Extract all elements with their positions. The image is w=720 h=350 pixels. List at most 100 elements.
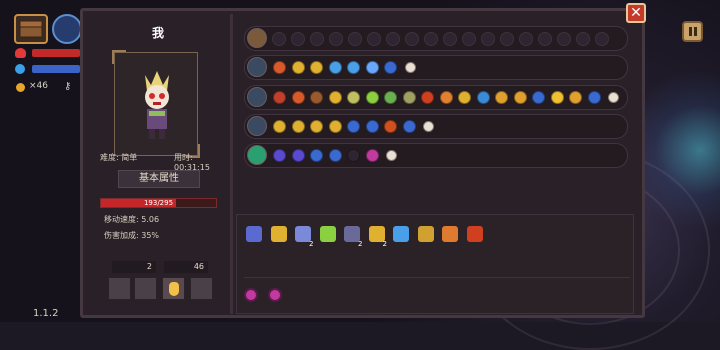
empty-slot <box>405 32 419 46</box>
buff-icon[interactable] <box>365 91 379 104</box>
item-count: 2 <box>309 240 314 248</box>
item-count: 2 <box>358 240 363 248</box>
buff-icon[interactable] <box>347 149 360 162</box>
weapon-orb-icon[interactable] <box>52 14 82 44</box>
buff-icon[interactable] <box>587 91 601 104</box>
time-label: 用时: 00:31:15 <box>174 153 210 172</box>
chest-icon[interactable] <box>247 28 267 48</box>
weapon-icon[interactable] <box>247 145 267 165</box>
curse-icon[interactable] <box>244 288 258 302</box>
buff-icon[interactable] <box>402 91 416 104</box>
buff-icon[interactable] <box>550 91 564 104</box>
empty-slot <box>576 32 590 46</box>
buff-icon[interactable] <box>273 91 286 104</box>
buff-icon[interactable] <box>439 91 453 104</box>
empty-slot <box>538 32 552 46</box>
buff-icon[interactable] <box>273 120 286 133</box>
hp-value: 193/295 <box>143 199 174 207</box>
buff-icon[interactable] <box>328 91 342 104</box>
consumable-slot-4[interactable] <box>190 277 213 300</box>
weapon-icon[interactable] <box>247 116 267 136</box>
move-speed-stat: 移动速度: 5.06 <box>104 215 160 224</box>
hud-hp-bar <box>32 49 80 57</box>
buff-icon[interactable] <box>402 120 416 133</box>
buff-icon[interactable] <box>347 61 360 74</box>
buff-icon[interactable] <box>384 91 397 104</box>
buff-icon[interactable] <box>532 91 545 104</box>
empty-slot <box>443 32 457 46</box>
buff-icon[interactable] <box>328 61 342 74</box>
curse-icon[interactable] <box>268 288 282 302</box>
buff-icon[interactable] <box>569 91 582 104</box>
buff-icon[interactable] <box>476 91 490 104</box>
buff-icon[interactable] <box>310 61 323 74</box>
buff-icon[interactable] <box>291 120 305 133</box>
heart-icon <box>15 48 26 58</box>
buff-icon[interactable] <box>273 61 286 74</box>
difficulty-label: 难度: 简单 <box>100 153 138 162</box>
chest-graphic <box>19 20 43 38</box>
buff-icon[interactable] <box>347 120 360 133</box>
buff-icon[interactable] <box>328 120 342 133</box>
buff-icon[interactable] <box>328 149 342 162</box>
buff-icon[interactable] <box>384 120 397 133</box>
buff-icon[interactable] <box>310 120 323 133</box>
buff-icon[interactable] <box>291 149 305 162</box>
buff-icon[interactable] <box>365 149 379 162</box>
skull-icon[interactable] <box>423 121 434 132</box>
buff-icon[interactable] <box>310 149 323 162</box>
weapon-icon[interactable] <box>247 87 267 107</box>
inventory-separator <box>244 277 630 278</box>
item-count: 2 <box>382 240 387 248</box>
buff-icon[interactable] <box>384 61 397 74</box>
buff-icon[interactable] <box>310 91 323 104</box>
empty-slot <box>462 32 476 46</box>
buff-icon[interactable] <box>513 91 527 104</box>
buff-icon[interactable] <box>291 61 305 74</box>
buff-icon[interactable] <box>458 91 471 104</box>
empty-slot <box>557 32 571 46</box>
consumable-slot-2[interactable] <box>134 277 157 300</box>
empty-slot <box>348 32 362 46</box>
chest-icon[interactable] <box>14 14 48 44</box>
pause-button[interactable] <box>682 21 703 42</box>
empty-slot <box>291 32 305 46</box>
skull-icon[interactable] <box>608 92 619 103</box>
character-sprite <box>145 71 169 139</box>
buff-icon[interactable] <box>347 91 360 104</box>
empty-slot <box>367 32 381 46</box>
coin-icon <box>16 83 25 92</box>
herb-icon[interactable] <box>319 226 336 242</box>
map-icon[interactable] <box>417 226 434 242</box>
scroll-icon[interactable] <box>466 226 483 242</box>
empty-slot <box>310 32 324 46</box>
buff-icon[interactable] <box>273 149 286 162</box>
empty-slot <box>519 32 533 46</box>
empty-slot <box>595 32 609 46</box>
crown-icon[interactable] <box>270 226 287 242</box>
buff-icon[interactable] <box>421 91 434 104</box>
buff-icon[interactable] <box>365 120 379 133</box>
attributes-button[interactable]: 基本属性 <box>118 170 200 188</box>
rune-tablet-icon[interactable] <box>246 226 262 242</box>
buff-icon[interactable] <box>291 91 305 104</box>
skull-icon[interactable] <box>404 62 416 73</box>
shield-icon <box>15 64 25 74</box>
key-icon: ⚷ <box>64 81 72 92</box>
potion-icon[interactable] <box>393 226 409 242</box>
skull-icon[interactable] <box>386 150 397 161</box>
potion-icon <box>169 282 179 296</box>
character-info: 我 难度: 简单 用时: 00:31:15 基本属性 193/295 移动速度:… <box>86 14 230 314</box>
weapon-icon[interactable] <box>247 57 267 77</box>
buff-icon[interactable] <box>495 91 508 104</box>
consumable-slot-1[interactable] <box>108 277 131 300</box>
panel-divider <box>230 14 233 314</box>
close-button[interactable]: ✕ <box>626 3 646 23</box>
damage-bonus-stat: 伤害加成: 35% <box>104 231 160 240</box>
consumable-slot-3[interactable] <box>162 277 185 300</box>
empty-slot <box>500 32 514 46</box>
lantern-icon[interactable] <box>442 226 458 242</box>
empty-slot <box>272 32 286 46</box>
buff-icon[interactable] <box>365 61 379 74</box>
coin-count: 46 <box>164 261 208 273</box>
